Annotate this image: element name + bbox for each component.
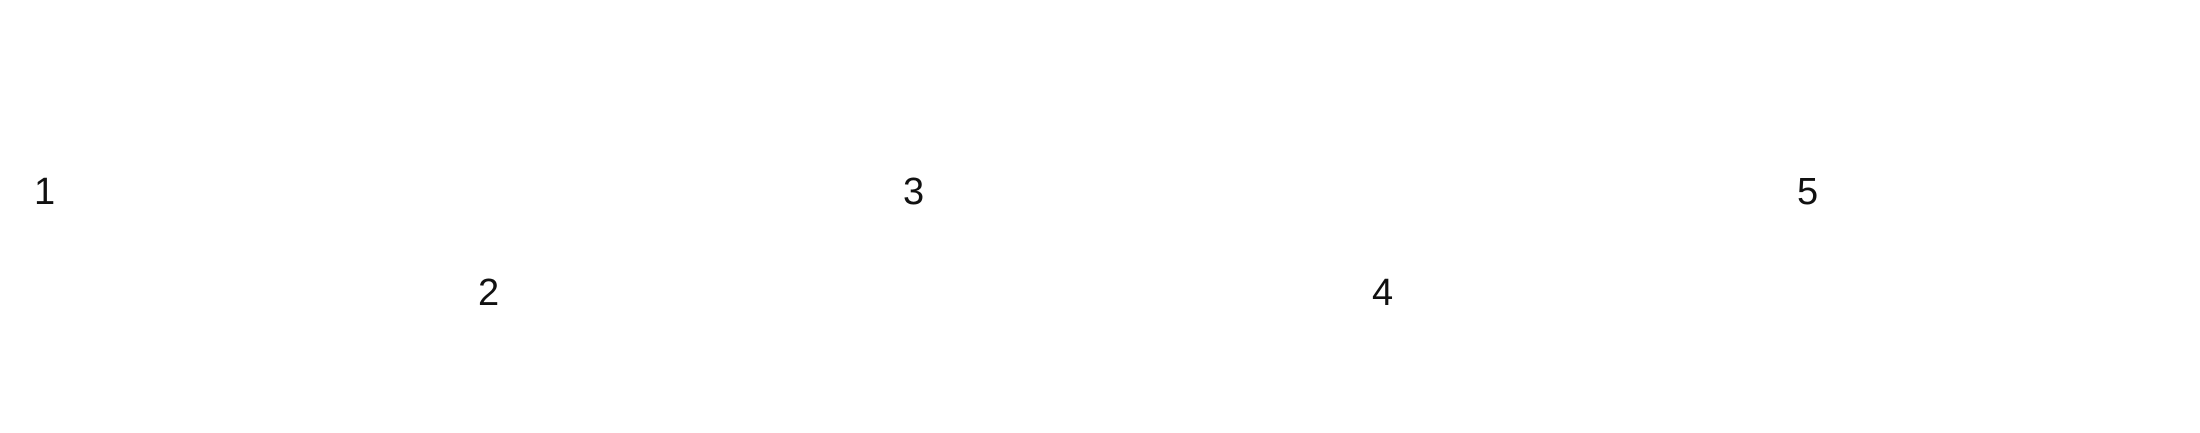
number-1: 1	[34, 171, 56, 213]
number-3: 3	[903, 171, 925, 213]
number-2: 2	[478, 272, 500, 314]
number-canvas: 1 2 3 4 5	[0, 0, 2200, 433]
number-4: 4	[1372, 272, 1394, 314]
number-5: 5	[1797, 171, 1819, 213]
